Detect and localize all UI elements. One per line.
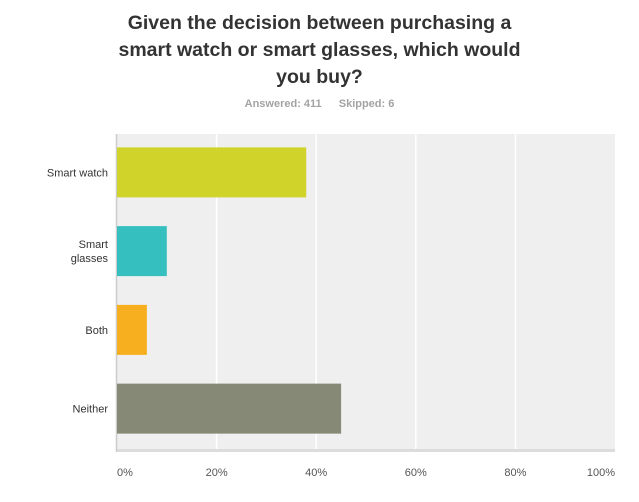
category-label: glasses	[71, 253, 109, 265]
x-axis-line	[117, 449, 615, 452]
category-label: Both	[85, 325, 108, 337]
bar	[117, 147, 307, 198]
bar	[117, 383, 342, 434]
x-tick-label: 100%	[587, 467, 615, 479]
x-tick-label: 80%	[504, 467, 526, 479]
x-tick-label: 20%	[206, 467, 228, 479]
x-tick-label: 0%	[117, 467, 133, 479]
bar	[117, 226, 167, 277]
category-label: Smart	[79, 239, 108, 251]
x-tick-label: 40%	[305, 467, 327, 479]
bar-chart: Smart watch Smart glasses Both Neither 0% 20% 4…	[47, 134, 615, 479]
category-label: Smart watch	[47, 167, 108, 179]
x-tick-label: 60%	[405, 467, 427, 479]
bar	[117, 304, 147, 355]
category-label: Neither	[73, 404, 109, 416]
